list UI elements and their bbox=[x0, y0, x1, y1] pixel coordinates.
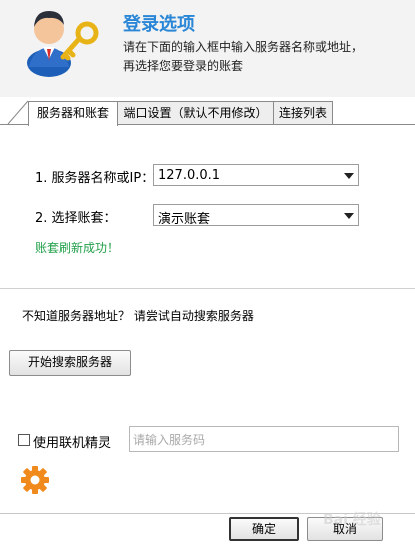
search-hint: 不知道服务器地址？ 请尝试自动搜索服务器 bbox=[22, 309, 254, 323]
service-code-input[interactable]: 请输入服务码 bbox=[129, 426, 399, 452]
subtitle-line-1: 请在下面的输入框中输入服务器名称或地址， bbox=[123, 40, 364, 54]
server-value: 127.0.0.1 bbox=[158, 168, 221, 183]
ok-button[interactable]: 确定 bbox=[229, 517, 299, 541]
dialog-subtitle: 请在下面的输入框中输入服务器名称或地址， 再选择您要登录的账套 bbox=[123, 38, 408, 76]
tab-port-settings[interactable]: 端口设置（默认不用修改） bbox=[117, 101, 274, 124]
user-key-icon bbox=[27, 11, 99, 77]
tab-server-account[interactable]: 服务器和账套 bbox=[28, 101, 118, 126]
server-label: 1. 服务器名称或IP： bbox=[35, 171, 155, 186]
chevron-down-icon bbox=[344, 173, 354, 179]
wizard-checkbox-label[interactable]: 使用联机精灵 bbox=[33, 432, 111, 451]
account-select[interactable]: 演示账套 bbox=[153, 204, 359, 227]
gear-icon[interactable] bbox=[20, 465, 50, 495]
dialog-header: 登录选项 请在下面的输入框中输入服务器名称或地址， 再选择您要登录的账套 bbox=[0, 0, 415, 97]
dialog-title: 登录选项 bbox=[123, 14, 195, 35]
chevron-down-icon bbox=[344, 213, 354, 219]
start-search-button[interactable]: 开始搜索服务器 bbox=[9, 350, 131, 376]
account-value: 演示账套 bbox=[158, 212, 211, 227]
section-divider bbox=[0, 288, 415, 289]
tab-connection-list[interactable]: 连接列表 bbox=[273, 101, 333, 124]
watermark: Bai 经验 bbox=[323, 512, 381, 528]
subtitle-line-2: 再选择您要登录的账套 bbox=[123, 59, 244, 73]
account-label: 2. 选择账套： bbox=[35, 211, 117, 226]
server-select[interactable]: 127.0.0.1 bbox=[153, 164, 359, 186]
wizard-checkbox[interactable] bbox=[18, 434, 30, 446]
status-message: 账套刷新成功！ bbox=[35, 241, 120, 255]
service-code-placeholder: 请输入服务码 bbox=[133, 433, 206, 447]
